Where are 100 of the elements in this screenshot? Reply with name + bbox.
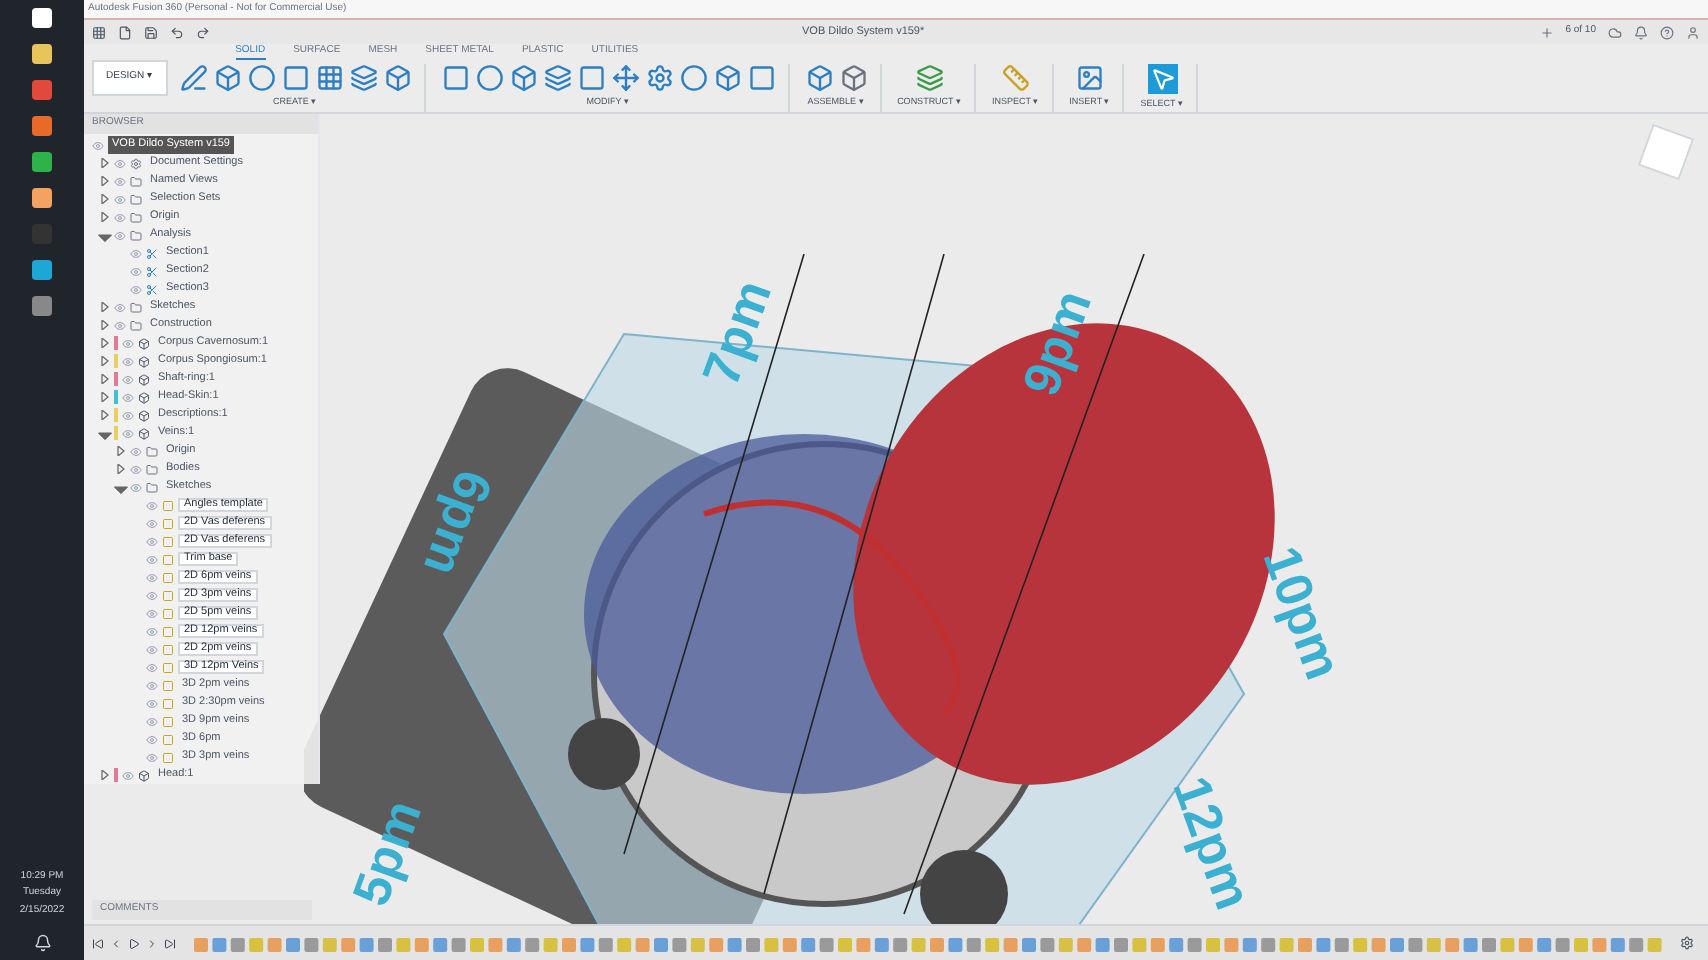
visibility-eye-icon[interactable] [114,319,126,331]
sketch-dimension-label: 7pm [688,270,785,397]
visibility-eye-icon[interactable] [114,301,126,313]
expand-arrow[interactable] [100,176,110,186]
modify-tool-icon[interactable] [577,64,606,93]
modify-tool-icon[interactable] [645,64,674,93]
ruler-icon[interactable] [1001,64,1030,93]
settings-icon[interactable] [1680,936,1694,950]
playback-icon[interactable] [92,937,104,949]
create-tool-icon[interactable] [349,64,378,93]
visibility-eye-icon[interactable] [122,373,134,385]
visibility-eye-icon[interactable] [146,643,158,655]
visibility-eye-icon[interactable] [146,517,158,529]
visibility-eye-icon[interactable] [130,247,142,259]
expand-arrow[interactable] [100,356,110,366]
visibility-eye-icon[interactable] [146,661,158,673]
visibility-eye-icon[interactable] [122,427,134,439]
quick-access-icon[interactable] [144,25,158,39]
visibility-eye-icon[interactable] [122,337,134,349]
image-icon[interactable] [1075,64,1104,93]
quick-access-icon[interactable] [196,25,210,39]
folder-icon [130,301,142,313]
visibility-eye-icon[interactable] [130,283,142,295]
quick-access-icon[interactable] [118,25,132,39]
visibility-eye-icon[interactable] [146,697,158,709]
visibility-eye-icon[interactable] [146,733,158,745]
visibility-eye-icon[interactable] [114,211,126,223]
visibility-eye-icon[interactable] [130,463,142,475]
visibility-eye-icon[interactable] [146,715,158,727]
create-tool-icon[interactable] [213,64,242,93]
visibility-eye-icon[interactable] [146,625,158,637]
create-tool-icon[interactable] [179,64,208,93]
quick-access-icon[interactable] [170,25,184,39]
visibility-eye-icon[interactable] [122,391,134,403]
plane-icon[interactable] [915,64,944,93]
component-icon [138,355,150,367]
create-tool-icon[interactable] [281,64,310,93]
visibility-eye-icon[interactable] [130,445,142,457]
expand-arrow[interactable] [100,770,110,780]
assemble-tool-icon[interactable] [805,64,834,93]
component-icon [138,337,150,349]
visibility-eye-icon[interactable] [146,589,158,601]
notification-icon[interactable] [33,934,51,952]
visibility-eye-icon[interactable] [146,607,158,619]
expand-arrow[interactable] [100,302,110,312]
playback-icon[interactable] [164,937,176,949]
section-icon [146,283,158,295]
expand-arrow[interactable] [100,338,110,348]
visibility-eye-icon[interactable] [146,751,158,763]
new-tab-icon[interactable] [1539,25,1554,39]
folder-icon [130,175,142,187]
section-icon [146,265,158,277]
joint-tool-icon[interactable] [839,64,868,93]
modify-tool-icon[interactable] [509,64,538,93]
visibility-eye-icon[interactable] [146,553,158,565]
settings-icon [130,157,142,169]
expand-arrow[interactable] [100,194,110,204]
create-tool-icon[interactable] [383,64,412,93]
visibility-eye-icon[interactable] [122,409,134,421]
visibility-eye-icon[interactable] [114,193,126,205]
component-icon [138,409,150,421]
create-tool-icon[interactable] [315,64,344,93]
expand-arrow[interactable] [100,158,110,168]
visibility-eye-icon[interactable] [114,229,126,241]
visibility-eye-icon[interactable] [146,535,158,547]
modify-tool-icon[interactable] [441,64,470,93]
select-tool-icon[interactable] [1147,64,1178,95]
visibility-eye-icon[interactable] [92,139,104,151]
expand-arrow[interactable] [100,374,110,384]
visibility-eye-icon[interactable] [114,175,126,187]
visibility-eye-icon[interactable] [130,265,142,277]
expand-arrow[interactable] [100,320,110,330]
visibility-eye-icon[interactable] [146,679,158,691]
expand-arrow[interactable] [100,392,110,402]
modify-tool-icon[interactable] [543,64,572,93]
modify-tool-icon[interactable] [611,64,640,93]
quick-access-icon[interactable] [92,25,106,39]
component-icon [138,427,150,439]
visibility-eye-icon[interactable] [130,481,142,493]
component-icon [138,769,150,781]
profile-icon[interactable] [1686,25,1700,39]
visibility-eye-icon[interactable] [114,157,126,169]
expand-arrow[interactable] [116,446,126,456]
help-icon[interactable] [1660,25,1674,39]
modify-tool-icon[interactable] [679,64,708,93]
sketch-dimension-label: 9pm [1008,280,1105,407]
visibility-eye-icon[interactable] [122,355,134,367]
modify-tool-icon[interactable] [475,64,504,93]
sketch-dimension-label: 12pm [1159,766,1267,921]
cloud-icon[interactable] [1608,25,1622,39]
folder-icon [130,211,142,223]
expand-arrow[interactable] [116,464,126,474]
expand-arrow[interactable] [100,410,110,420]
expand-arrow[interactable] [100,212,110,222]
create-tool-icon[interactable] [247,64,276,93]
modify-tool-icon[interactable] [713,64,742,93]
visibility-eye-icon[interactable] [146,499,158,511]
visibility-eye-icon[interactable] [122,769,134,781]
modify-tool-icon[interactable] [747,64,776,93]
visibility-eye-icon[interactable] [146,571,158,583]
